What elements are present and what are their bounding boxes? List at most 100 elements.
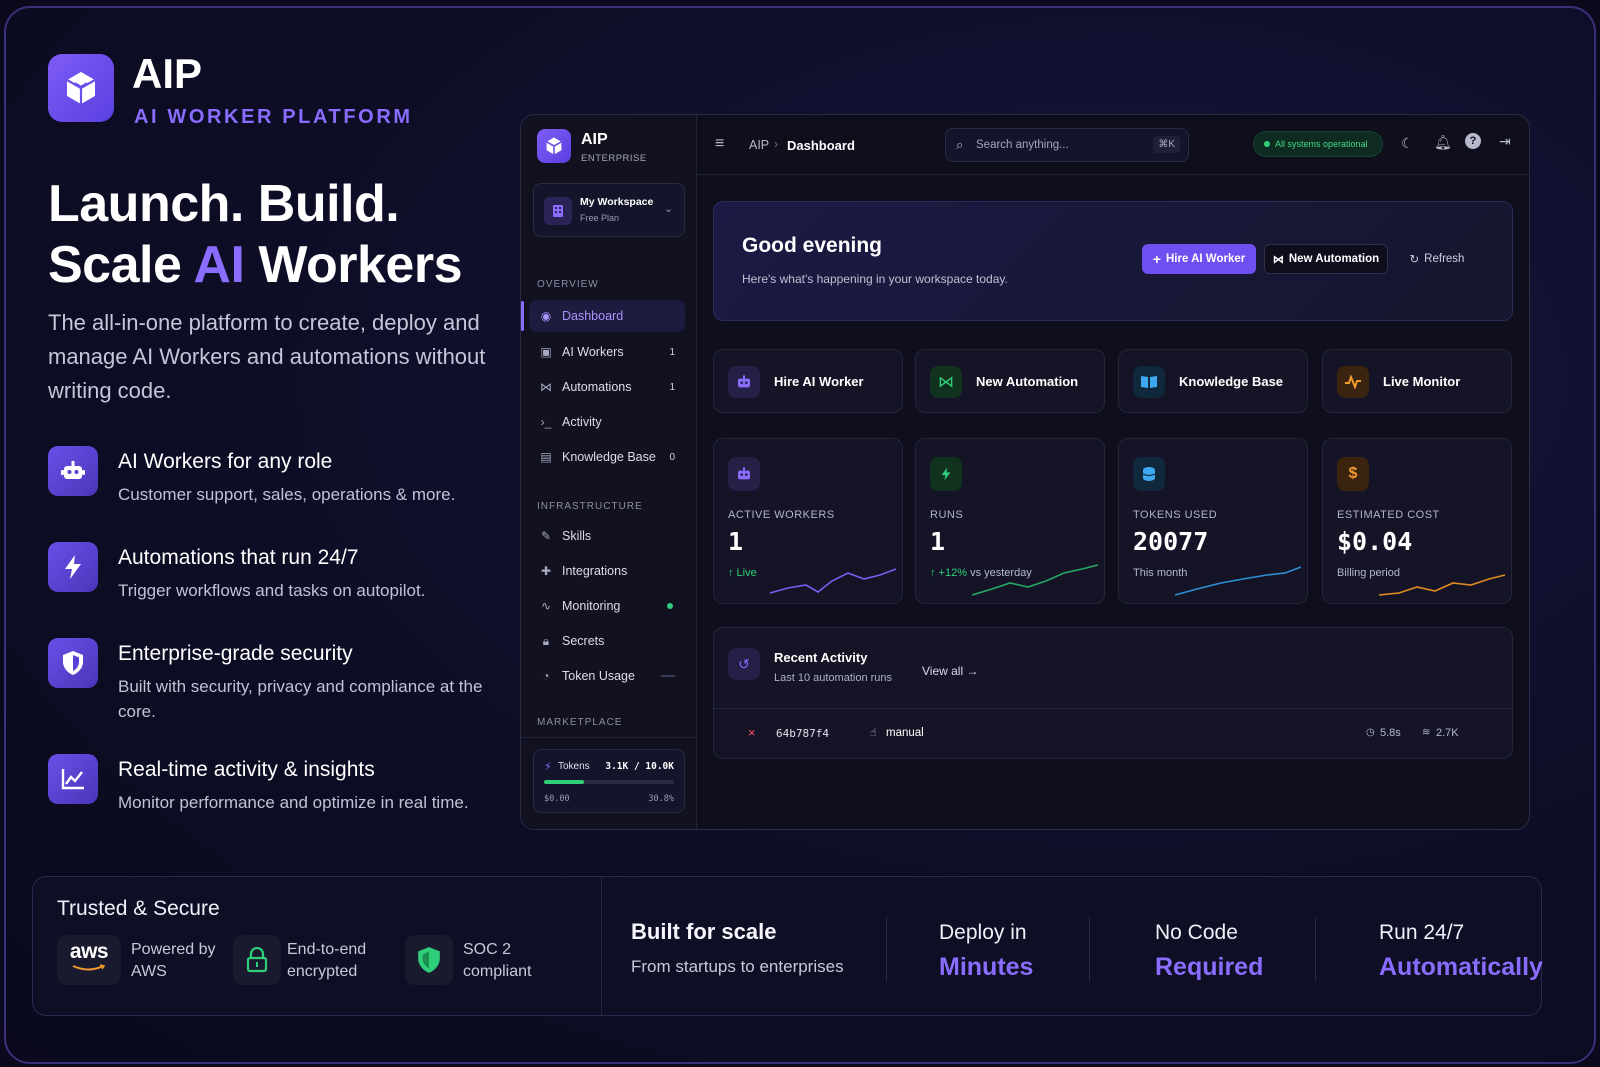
sparkline xyxy=(1378,574,1506,596)
stat-value: $0.04 xyxy=(1337,527,1413,556)
table-row[interactable]: × 64b787f4 ☝︎ manual ◷ 5.8s ≋ 2.7K xyxy=(714,709,1512,759)
sidebar-item-dashboard[interactable]: ◉ Dashboard xyxy=(529,300,685,332)
robot-icon xyxy=(728,457,760,491)
trust-bar: Trusted & Secure aws Powered by AWS End-t… xyxy=(32,876,1543,1017)
token-usage-card[interactable]: ⚡︎ Tokens 3.1K / 10.0K $0.00 30.8% xyxy=(533,749,685,813)
stat-active-workers: ACTIVE WORKERS 1 ↑ Live xyxy=(713,438,903,604)
status-dot xyxy=(1264,141,1270,147)
sidebar-item-monitoring[interactable]: ∿ Monitoring xyxy=(529,590,685,622)
arrow-right-icon: → xyxy=(966,664,979,678)
help-icon[interactable]: ? xyxy=(1465,133,1481,149)
lightning-icon xyxy=(930,457,962,491)
lightning-icon: ⚡︎ xyxy=(544,761,552,773)
status-badge[interactable]: All systems operational xyxy=(1253,131,1383,157)
app-logo[interactable] xyxy=(537,129,571,163)
quick-action-knowledge-base[interactable]: Knowledge Base xyxy=(1118,349,1308,413)
workflow-icon: ⋈ xyxy=(1272,253,1284,266)
sidebar-item-token-usage[interactable]: ◔ Token Usage xyxy=(529,660,685,692)
sidebar-item-automations[interactable]: ⋈ Automations 1 xyxy=(529,371,685,403)
lock-icon: 🔒︎ xyxy=(542,633,550,648)
sidebar-item-integrations[interactable]: ✚ Integrations xyxy=(529,555,685,587)
bell-icon[interactable]: 🔔︎ xyxy=(1434,134,1452,151)
sidebar-item-secrets[interactable]: 🔒︎ Secrets xyxy=(529,625,685,657)
powered-by-aws-text: Powered by AWS xyxy=(131,939,216,983)
cube-icon xyxy=(546,137,562,155)
sidebar-item-label: Monitoring xyxy=(562,599,621,613)
count-badge: 0 xyxy=(669,451,675,463)
aws-smile xyxy=(72,964,106,971)
dashboard-icon: ◉ xyxy=(540,309,552,323)
sidebar-item-knowledge-base[interactable]: ▤ Knowledge Base 0 xyxy=(529,441,685,473)
refresh-icon: ↻ xyxy=(1409,254,1420,266)
search-icon: ⌕ xyxy=(956,137,964,152)
coins-icon: ≋ xyxy=(1422,727,1431,738)
brand-subtitle: AI WORKER PLATFORM xyxy=(134,106,413,128)
tokens-progress-fill xyxy=(544,780,585,784)
quick-action-live-monitor[interactable]: Live Monitor xyxy=(1322,349,1512,413)
workspace-switcher[interactable]: My Workspace Free Plan ⌄ xyxy=(533,183,685,237)
logout-icon[interactable]: ⇥ xyxy=(1499,133,1511,150)
sidebar-section-infrastructure: INFRASTRUCTURE xyxy=(537,501,643,512)
quick-action-new-automation[interactable]: ⋈ New Automation xyxy=(915,349,1105,413)
divider xyxy=(521,737,697,738)
robot-icon xyxy=(728,366,760,398)
soc2-text: SOC 2 compliant xyxy=(463,939,531,983)
sidebar-item-label: Secrets xyxy=(562,634,605,648)
landing-frame: AIP AI WORKER PLATFORM Launch. Build. Sc… xyxy=(4,6,1596,1064)
feature-desc: Monitor performance and optimize in real… xyxy=(118,793,469,812)
moon-icon[interactable]: ☾ xyxy=(1401,135,1414,152)
sidebar-item-label: Integrations xyxy=(562,564,628,578)
sidebar-item-label: Dashboard xyxy=(562,309,624,323)
new-automation-button[interactable]: ⋈ New Automation xyxy=(1264,244,1388,274)
hire-ai-worker-button[interactable]: + Hire AI Worker xyxy=(1142,244,1256,274)
sidebar-item-activity[interactable]: ›_ Activity xyxy=(529,406,685,438)
chart-icon xyxy=(48,754,98,804)
run-tokens: 2.7K xyxy=(1436,727,1459,739)
menu-icon[interactable]: ≡ xyxy=(715,135,724,153)
claim-top: Run 24/7 xyxy=(1379,921,1465,944)
headline-line-1: Launch. Build. xyxy=(48,175,400,233)
divider xyxy=(601,877,602,1017)
workspace-plan: Free Plan xyxy=(580,213,620,223)
sidebar-item-skills[interactable]: ✎ Skills xyxy=(529,520,685,552)
stat-trend: ↑ +12% xyxy=(930,567,967,579)
headline-text: Workers xyxy=(244,236,463,294)
feature-title: Automations that run 24/7 xyxy=(118,546,359,569)
claim-top: No Code xyxy=(1155,921,1238,944)
badge-line: SOC 2 xyxy=(463,941,512,958)
stat-label: RUNS xyxy=(930,509,964,521)
terminal-icon: ›_ xyxy=(540,415,552,429)
puzzle-icon: ✚ xyxy=(540,564,552,578)
sidebar-item-ai-workers[interactable]: ▣ AI Workers 1 xyxy=(529,336,685,368)
view-all-link[interactable]: View all → xyxy=(922,664,978,678)
workflow-icon: ⋈ xyxy=(540,380,552,394)
pulse-icon: ∿ xyxy=(540,599,552,613)
stat-trend: ↑ Live xyxy=(728,567,757,579)
status-text: All systems operational xyxy=(1275,139,1368,149)
feature-security: Enterprise-grade security Built with sec… xyxy=(48,638,508,721)
count-badge: 1 xyxy=(669,381,675,393)
refresh-button[interactable]: ↻ Refresh xyxy=(1404,244,1470,274)
wrench-icon: ✎ xyxy=(540,529,552,543)
badge-line: End-to-end xyxy=(287,941,367,958)
app-name: AIP xyxy=(581,131,608,148)
status-dot xyxy=(667,603,673,609)
welcome-banner: Good evening Here's what's happening in … xyxy=(713,201,1513,321)
chevron-down-icon: ⌄ xyxy=(664,203,674,215)
badge-line: AWS xyxy=(131,963,167,980)
quick-action-hire-ai-worker[interactable]: Hire AI Worker xyxy=(713,349,903,413)
stat-runs: RUNS 1 ↑ +12% vs yesterday xyxy=(915,438,1105,604)
usage-line xyxy=(661,675,675,677)
breadcrumb-root[interactable]: AIP xyxy=(749,138,769,152)
sidebar-item-label: Knowledge Base xyxy=(562,450,656,464)
lightning-icon xyxy=(48,542,98,592)
divider xyxy=(886,917,887,981)
link-label: View all xyxy=(922,664,964,678)
tokens-percent: 30.8% xyxy=(648,794,674,804)
sidebar-section-overview: OVERVIEW xyxy=(537,279,599,290)
breadcrumb-current: Dashboard xyxy=(787,138,855,153)
search-input[interactable]: ⌕ Search anything... ⌘K xyxy=(945,128,1189,162)
stat-value: 1 xyxy=(728,527,744,556)
shield-check-icon xyxy=(405,935,453,985)
recent-activity-title: Recent Activity xyxy=(774,650,868,665)
